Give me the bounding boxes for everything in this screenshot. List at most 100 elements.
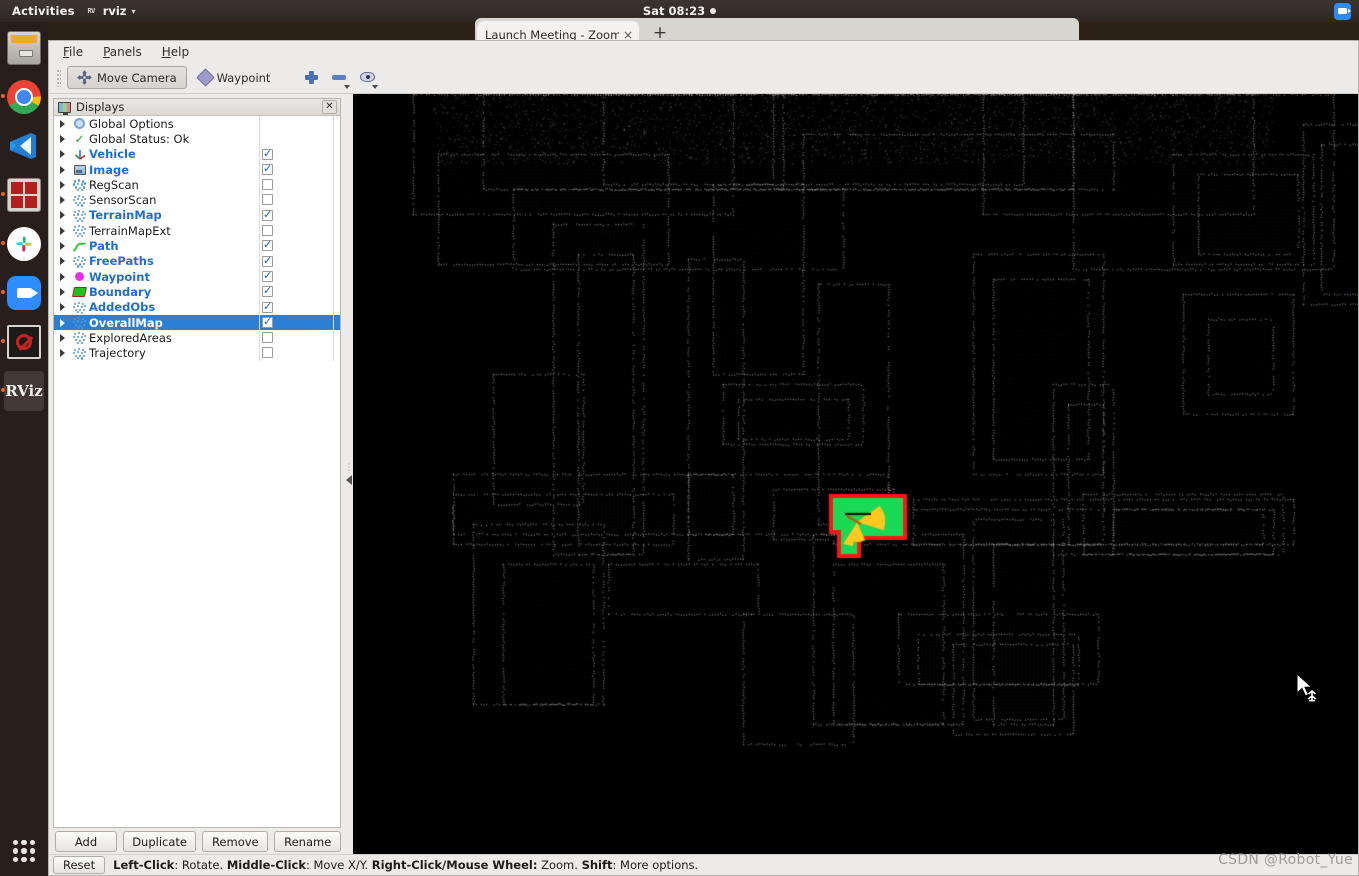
expand-arrow-icon[interactable] (54, 272, 70, 281)
display-item-checkbox[interactable] (262, 347, 273, 359)
expand-arrow-icon[interactable] (54, 165, 70, 174)
display-item-label: RegScan (89, 177, 139, 192)
expand-arrow-icon[interactable] (54, 226, 70, 235)
status-hint-key: Middle-Click (226, 858, 306, 872)
pointcloud-icon (73, 347, 87, 360)
pointcloud-icon (73, 332, 87, 345)
render-view-3d[interactable] (353, 94, 1358, 854)
dock-item-terminator[interactable] (1, 175, 44, 215)
display-item-boundary[interactable]: Boundary (54, 284, 340, 300)
tool-move-camera[interactable]: Move Camera (67, 66, 187, 89)
tool-waypoint[interactable]: Waypoint (189, 66, 281, 89)
display-item-label: AddedObs (89, 300, 156, 315)
expand-arrow-icon[interactable] (54, 180, 70, 189)
display-item-label: Boundary (89, 284, 152, 299)
menu-help[interactable]: Help (162, 45, 189, 59)
pointcloud-icon (73, 301, 87, 314)
dock-item-slack[interactable] (1, 224, 44, 264)
display-item-label: ExploredAreas (89, 330, 172, 345)
app-menu[interactable]: RV rviz ▾ (85, 4, 136, 18)
display-item-checkbox[interactable] (262, 208, 273, 221)
menu-file[interactable]: File (63, 45, 83, 59)
expand-arrow-icon[interactable] (54, 196, 70, 205)
display-item-checkbox[interactable] (262, 179, 273, 191)
rename-display-button[interactable]: Rename (274, 831, 341, 852)
display-item-checkbox[interactable] (262, 284, 273, 298)
expand-arrow-icon[interactable] (54, 211, 70, 220)
expand-arrow-icon[interactable] (54, 242, 70, 251)
display-item-checkbox[interactable] (262, 147, 273, 160)
dock-item-blocked-terminal[interactable] (1, 322, 44, 362)
add-display-button[interactable]: Add (55, 831, 117, 852)
display-item-checkbox[interactable] (262, 225, 273, 237)
chevron-down-icon[interactable] (372, 84, 379, 89)
zoom-tray-icon[interactable] (1334, 2, 1351, 20)
display-item-checkbox[interactable] (262, 254, 273, 267)
display-item-addedobs[interactable]: AddedObs (54, 299, 340, 315)
display-item-checkbox[interactable] (262, 162, 273, 175)
activities-button[interactable]: Activities (0, 4, 85, 18)
expand-arrow-icon[interactable] (54, 119, 70, 128)
displays-tree[interactable]: Global Options ✓ Global Status: OkVehicleI… (54, 116, 340, 827)
add-tool-button[interactable] (298, 66, 324, 90)
display-item-regscan[interactable]: RegScan (54, 177, 340, 193)
expand-arrow-icon[interactable] (54, 318, 70, 327)
display-item-checkbox[interactable] (262, 332, 273, 344)
display-item-path[interactable]: Path (54, 238, 340, 254)
close-icon[interactable]: ✕ (322, 100, 337, 114)
expand-arrow-icon[interactable] (54, 349, 70, 358)
display-item-checkbox[interactable] (262, 300, 273, 313)
display-item-checkbox[interactable] (262, 315, 273, 328)
display-item-label: TerrainMapExt (89, 223, 171, 238)
polygon-icon (71, 286, 88, 297)
display-item-checkbox[interactable] (262, 269, 273, 282)
dock-item-zoom[interactable] (1, 273, 44, 313)
display-item-terrainmapext[interactable]: TerrainMapExt (54, 223, 340, 239)
show-applications-button[interactable] (13, 840, 35, 862)
display-item-checkbox[interactable] (262, 194, 273, 206)
panel-splitter[interactable] (345, 94, 353, 854)
display-item-image[interactable]: Image (54, 161, 340, 178)
display-item-sensorscan[interactable]: SensorScan (54, 192, 340, 208)
remove-display-button[interactable]: Remove (202, 831, 269, 852)
eye-icon (360, 71, 376, 82)
expand-arrow-icon[interactable] (54, 150, 70, 159)
display-item-trajectory[interactable]: Trajectory (54, 345, 340, 361)
remove-tool-button[interactable] (326, 66, 352, 90)
dock-item-files[interactable] (4, 28, 44, 68)
displays-button-row: Add Duplicate Remove Rename (53, 828, 341, 854)
status-hint-text: Left-Click: Rotate. Middle-Click: Move X… (113, 858, 698, 872)
dock-item-vscode[interactable] (4, 126, 44, 166)
toolbar-grip[interactable] (57, 68, 61, 87)
expand-arrow-icon[interactable] (54, 333, 70, 342)
duplicate-display-button[interactable]: Duplicate (123, 831, 197, 852)
splitter-collapse-handle[interactable] (345, 457, 353, 491)
display-item-terrainmap[interactable]: TerrainMap (54, 207, 340, 224)
minus-icon (332, 74, 347, 80)
menu-panels[interactable]: Panels (103, 45, 142, 59)
display-item-waypoint[interactable]: Waypoint (54, 268, 340, 285)
expand-arrow-icon[interactable] (54, 134, 70, 143)
dock-item-rviz[interactable]: RViz (1, 371, 44, 411)
image-icon (73, 164, 86, 175)
chevron-down-icon: ▾ (131, 6, 136, 16)
expand-arrow-icon[interactable] (54, 303, 70, 312)
display-item-exploredareas[interactable]: ExploredAreas (54, 330, 340, 346)
display-item-checkbox[interactable] (262, 238, 273, 252)
display-item-label: Trajectory (89, 346, 146, 361)
chevron-down-icon[interactable] (344, 84, 351, 89)
display-item-freepaths[interactable]: FreePaths (54, 253, 340, 269)
dock-item-chrome[interactable] (1, 77, 44, 117)
display-item-overallmap[interactable]: OverallMap (54, 314, 340, 331)
reset-button[interactable]: Reset (53, 856, 106, 874)
tool-properties-button[interactable] (354, 66, 380, 90)
status-hint-key: Shift (581, 858, 613, 872)
display-item-global-status-ok[interactable]: ✓ Global Status: Ok (54, 131, 340, 147)
point-cloud-canvas[interactable] (353, 94, 1358, 827)
pointcloud-icon (73, 317, 87, 329)
display-item-global-options[interactable]: Global Options (54, 116, 340, 132)
expand-arrow-icon[interactable] (54, 287, 70, 296)
display-item-vehicle[interactable]: Vehicle (54, 146, 340, 162)
displays-icon (58, 101, 71, 115)
expand-arrow-icon[interactable] (54, 257, 70, 266)
